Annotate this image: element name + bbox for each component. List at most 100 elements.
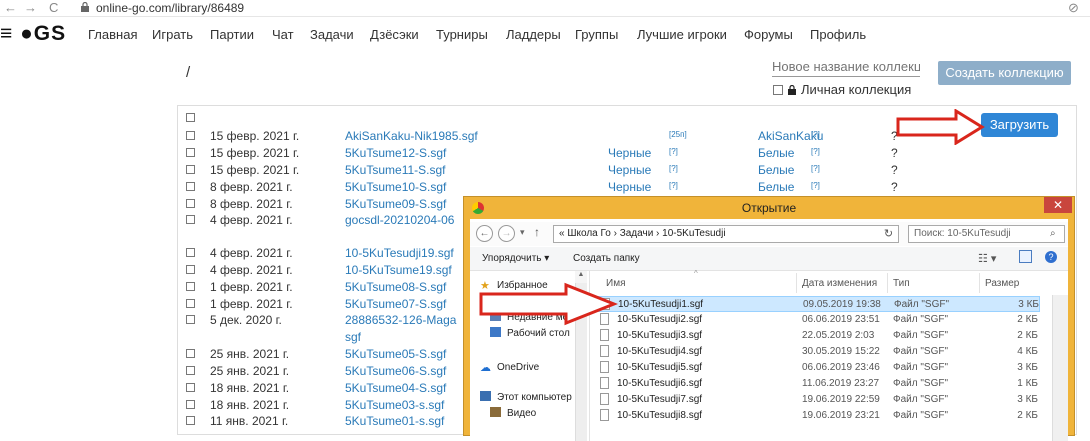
column-date[interactable]: Дата изменения: [802, 278, 877, 289]
nav-tournaments[interactable]: Турниры: [436, 27, 488, 42]
preview-pane-icon[interactable]: [1019, 250, 1032, 263]
nav-games[interactable]: Партии: [210, 27, 254, 42]
search-input[interactable]: Поиск: 10-5KuTesudji: [908, 225, 1065, 243]
column-separator[interactable]: [887, 273, 888, 293]
nav-groups[interactable]: Группы: [575, 27, 618, 42]
upload-button[interactable]: Загрузить: [981, 113, 1058, 137]
file-row[interactable]: 10-5KuTesudji3.sgf 22.05.2019 2:03 Файл "S…: [594, 328, 1040, 344]
nav-home[interactable]: Главная: [88, 27, 137, 42]
row-file-link[interactable]: 5KuTsume11-S.sgf: [345, 163, 446, 177]
select-all-checkbox[interactable]: [186, 113, 195, 122]
nav-profile[interactable]: Профиль: [810, 27, 866, 42]
row-white-player[interactable]: Белые: [758, 180, 794, 194]
eye-off-icon[interactable]: ⊘: [1068, 0, 1079, 16]
row-checkbox[interactable]: [186, 400, 195, 409]
row-checkbox[interactable]: [186, 282, 195, 291]
private-checkbox[interactable]: [773, 85, 783, 95]
video-folder-icon: [490, 407, 501, 417]
organize-button[interactable]: Упорядочить ▾: [482, 253, 549, 264]
back-icon[interactable]: ←: [4, 0, 17, 15]
row-file-link[interactable]: AkiSanKaku-Nik1985.sgf: [345, 129, 478, 143]
row-file-link[interactable]: 5KuTsume04-S.sgf: [345, 381, 446, 395]
reload-icon[interactable]: C: [49, 0, 58, 15]
column-size[interactable]: Размер: [985, 278, 1019, 289]
row-file-link[interactable]: sgf: [345, 330, 361, 344]
row-file-link[interactable]: 10-5KuTesudji19.sgf: [345, 246, 454, 260]
nav-puzzles[interactable]: Задачи: [310, 27, 354, 42]
row-checkbox[interactable]: [186, 165, 195, 174]
nav-chat[interactable]: Чат: [272, 27, 294, 42]
row-white-player[interactable]: Белые: [758, 146, 794, 160]
row-file-link[interactable]: gocsdl-20210204-06: [345, 213, 454, 227]
row-black-player[interactable]: Черные: [608, 163, 651, 177]
file-row[interactable]: 10-5KuTesudji4.sgf 30.05.2019 15:22 Файл "…: [594, 344, 1040, 360]
dialog-address-bar: ← → ▾ ↑ « Школа Го › Задачи › 10-5KuTesu…: [470, 222, 1068, 246]
row-file-link[interactable]: 5KuTsume01-s.sgf: [345, 414, 444, 428]
row-checkbox[interactable]: [186, 366, 195, 375]
row-file-link[interactable]: 5KuTsume12-S.sgf: [345, 146, 446, 160]
nav-joseki[interactable]: Дзёсэки: [370, 27, 419, 42]
file-row[interactable]: 10-5KuTesudji6.sgf 11.06.2019 23:27 Файл "…: [594, 376, 1040, 392]
chevron-down-icon[interactable]: ▾: [520, 227, 525, 238]
row-checkbox[interactable]: [186, 215, 195, 224]
ogs-logo[interactable]: ≡ ●GS: [0, 22, 66, 46]
file-row[interactable]: 10-5KuTesudji2.sgf 06.06.2019 23:51 Файл "…: [594, 312, 1040, 328]
row-file-link[interactable]: 5KuTsume08-S.sgf: [345, 280, 446, 294]
row-checkbox[interactable]: [186, 383, 195, 392]
row-checkbox[interactable]: [186, 182, 195, 191]
new-folder-button[interactable]: Создать папку: [573, 253, 640, 264]
create-collection-button[interactable]: Создать коллекцию: [938, 61, 1071, 85]
row-black-player[interactable]: Черные: [608, 180, 651, 194]
address-url[interactable]: online-go.com/library/86489: [96, 1, 244, 15]
row-file-link[interactable]: 5KuTsume06-S.sgf: [345, 364, 446, 378]
row-file-link[interactable]: 10-5KuTsume19.sgf: [345, 263, 452, 277]
up-arrow-icon[interactable]: ↑: [534, 225, 540, 239]
library-path[interactable]: /: [186, 64, 190, 81]
back-icon[interactable]: ←: [476, 225, 493, 242]
nav-forums[interactable]: Форумы: [744, 27, 793, 42]
file-list-scrollbar[interactable]: [1052, 295, 1068, 441]
file-row[interactable]: 10-5KuTesudji8.sgf 19.06.2019 23:21 Файл "…: [594, 408, 1040, 424]
column-type[interactable]: Тип: [893, 278, 910, 289]
row-file-link[interactable]: 5KuTsume09-S.sgf: [345, 197, 446, 211]
file-row[interactable]: 10-5KuTesudji5.sgf 06.06.2019 23:46 Файл "…: [594, 360, 1040, 376]
row-checkbox[interactable]: [186, 199, 195, 208]
sidebar-item-onedrive[interactable]: ☁ OneDrive: [480, 361, 539, 374]
nav-play[interactable]: Играть: [152, 27, 193, 42]
nav-ladders[interactable]: Ладдеры: [506, 27, 561, 42]
sidebar-item-video[interactable]: Видео: [490, 407, 536, 419]
row-checkbox[interactable]: [186, 248, 195, 257]
path-breadcrumb[interactable]: « Школа Го › Задачи › 10-5KuTesudji: [553, 225, 898, 243]
row-black-player[interactable]: Черные: [608, 146, 651, 160]
row-file-link[interactable]: 5KuTsume03-s.sgf: [345, 398, 444, 412]
row-checkbox[interactable]: [186, 299, 195, 308]
sidebar-item-this-pc[interactable]: Этот компьютер: [480, 391, 572, 403]
sidebar-item-desktop[interactable]: Рабочий стол: [490, 327, 570, 339]
row-white-player[interactable]: Белые: [758, 163, 794, 177]
forward-icon[interactable]: →: [24, 0, 37, 15]
row-file-link[interactable]: 5KuTsume05-S.sgf: [345, 347, 446, 361]
new-collection-input[interactable]: [772, 57, 920, 77]
row-checkbox[interactable]: [186, 265, 195, 274]
view-options-icon[interactable]: ☷ ▾: [978, 252, 996, 265]
row-checkbox[interactable]: [186, 131, 195, 140]
row-checkbox[interactable]: [186, 349, 195, 358]
forward-icon[interactable]: →: [498, 225, 515, 242]
nav-top-players[interactable]: Лучшие игроки: [637, 27, 727, 42]
row-file-link[interactable]: 5KuTsume07-S.sgf: [345, 297, 446, 311]
row-checkbox[interactable]: [186, 148, 195, 157]
file-row[interactable]: 10-5KuTesudji7.sgf 19.06.2019 22:59 Файл "…: [594, 392, 1040, 408]
row-file-link[interactable]: 28886532-126-Maga: [345, 313, 456, 327]
help-icon[interactable]: ?: [1045, 251, 1057, 263]
column-separator[interactable]: [796, 273, 797, 293]
file-row[interactable]: 10-5KuTesudji1.sgf 09.05.2019 19:38 Файл "…: [594, 296, 1040, 312]
refresh-icon[interactable]: ↻: [879, 225, 899, 243]
row-checkbox[interactable]: [186, 315, 195, 324]
close-button[interactable]: ✕: [1044, 197, 1072, 213]
row-file-link[interactable]: 5KuTsume10-S.sgf: [345, 180, 446, 194]
dialog-titlebar[interactable]: Открытие ✕: [464, 197, 1074, 219]
column-separator[interactable]: [979, 273, 980, 293]
private-collection-toggle[interactable]: Личная коллекция: [773, 82, 911, 97]
row-white-rank: [?]: [811, 130, 820, 139]
row-checkbox[interactable]: [186, 416, 195, 425]
